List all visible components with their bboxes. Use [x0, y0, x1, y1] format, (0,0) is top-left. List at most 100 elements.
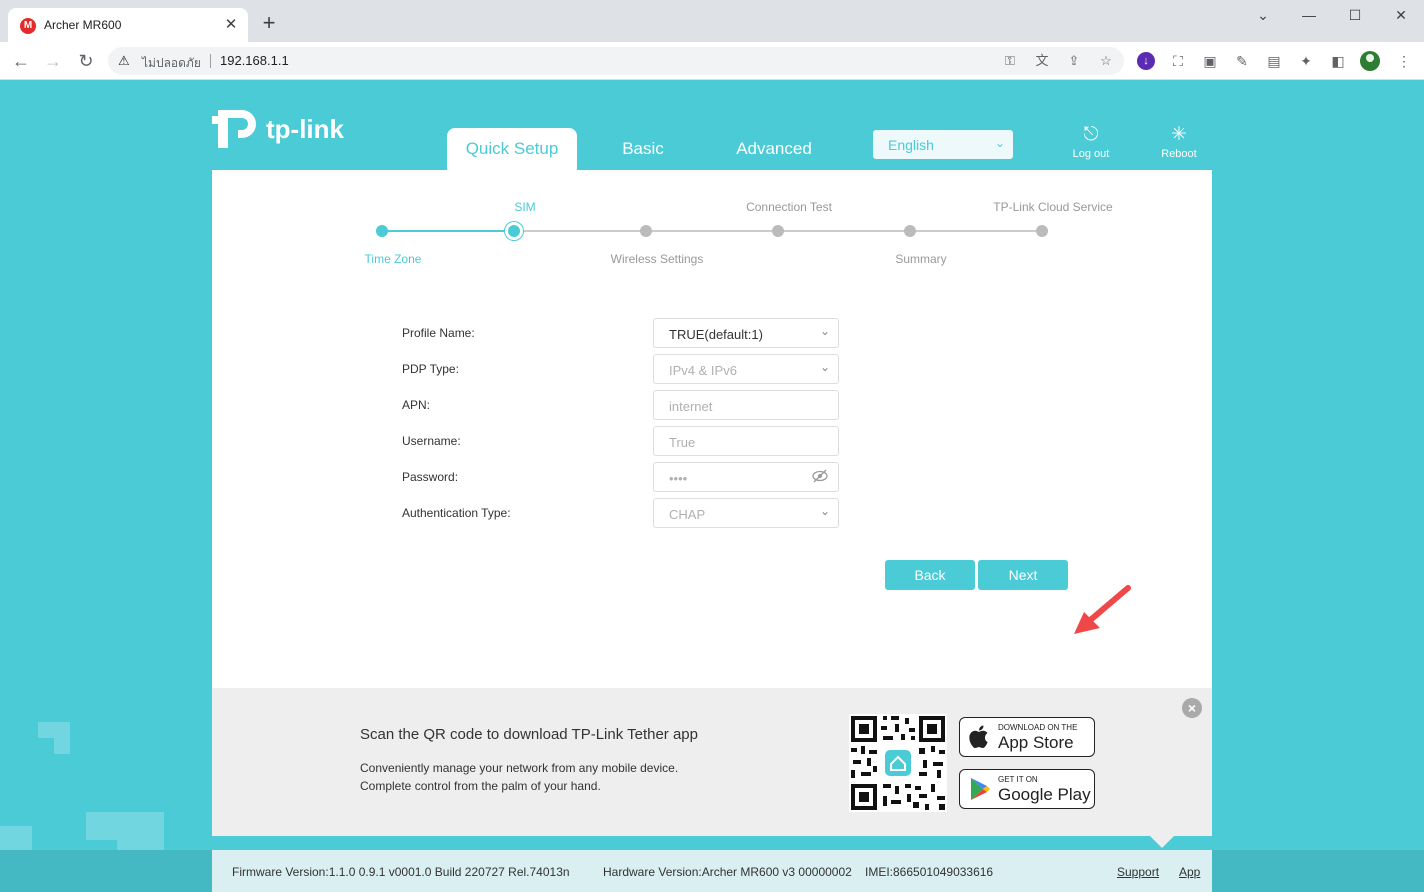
tab-quick-setup[interactable]: Quick Setup — [447, 128, 577, 170]
key-icon[interactable]: ⚿ — [1001, 53, 1019, 69]
password-row: Password: •••• — [402, 462, 842, 492]
decorative-block — [38, 722, 70, 754]
browser-tab[interactable]: M Archer MR600 ✕ — [8, 8, 248, 42]
download-extension-icon[interactable]: ↓ — [1137, 52, 1155, 70]
step-label-cloud-service: TP-Link Cloud Service — [993, 200, 1113, 214]
annotation-arrow-icon — [1074, 585, 1131, 634]
hardware-version: Hardware Version:Archer MR600 v3 0000000… — [603, 865, 852, 879]
profile-avatar[interactable] — [1360, 51, 1380, 71]
stepper-progress-line — [382, 230, 514, 232]
reload-icon[interactable]: ↻ — [75, 50, 97, 72]
browser-menu-icon[interactable]: ⋮ — [1394, 52, 1414, 70]
username-input[interactable]: True — [653, 426, 839, 456]
reboot-label: Reboot — [1161, 148, 1197, 160]
tab-close-icon[interactable]: ✕ — [222, 16, 240, 34]
qr-code — [849, 714, 947, 812]
apn-value: internet — [669, 399, 713, 414]
pdp-type-label: PDP Type: — [402, 362, 459, 376]
promo-line-2: Complete control from the palm of your h… — [360, 779, 601, 793]
next-button[interactable]: Next — [978, 560, 1068, 590]
step-label-time-zone: Time Zone — [364, 252, 422, 266]
tether-app-promo: Scan the QR code to download TP-Link Tet… — [212, 688, 1212, 836]
window-maximize-icon[interactable]: ☐ — [1332, 4, 1378, 26]
google-play-button[interactable]: GET IT ON Google Play — [959, 769, 1095, 809]
back-arrow-icon[interactable]: ← — [10, 50, 32, 72]
chevron-down-icon: ⌄ — [819, 324, 830, 338]
pdp-type-select[interactable]: IPv4 & IPv6 ⌄ — [653, 354, 839, 384]
auth-type-value: CHAP — [669, 507, 706, 522]
app-link[interactable]: App — [1179, 865, 1200, 879]
password-input[interactable]: •••• — [653, 462, 839, 492]
qr-code-icon — [849, 714, 947, 812]
tab-search-chevron-icon[interactable]: ⌄ — [1240, 4, 1286, 26]
translate-icon[interactable]: 文 — [1033, 53, 1051, 69]
support-link[interactable]: Support — [1117, 865, 1159, 879]
new-tab-icon[interactable]: + — [258, 12, 280, 34]
window-minimize-icon[interactable]: — — [1286, 4, 1332, 26]
bookmark-star-icon[interactable]: ☆ — [1097, 53, 1115, 69]
step-label-wireless-settings: Wireless Settings — [610, 252, 704, 266]
language-select[interactable]: English ⌄ — [873, 130, 1013, 159]
forward-arrow-icon[interactable]: → — [42, 50, 64, 72]
omnibox-separator — [210, 54, 211, 68]
username-value: True — [669, 435, 696, 450]
imei: IMEI:866501049033616 — [865, 865, 994, 879]
apn-input[interactable]: internet — [653, 390, 839, 420]
step-dot-cloud-service — [1036, 225, 1048, 237]
profile-name-value: TRUE(default:1) — [669, 327, 763, 342]
chevron-down-icon: ⌄ — [819, 504, 830, 518]
side-panel-icon[interactable]: ◧ — [1328, 52, 1348, 70]
tab-advanced[interactable]: Advanced — [720, 128, 828, 170]
reboot-button[interactable]: ✳ Reboot — [1149, 122, 1209, 160]
app-store-button[interactable]: DOWNLOAD ON THE App Store — [959, 717, 1095, 757]
browser-toolbar: ← → ↻ ⚠ ไม่ปลอดภัย 192.168.1.1 ⚿ 文 ⇪ ☆ ↓… — [0, 42, 1424, 80]
pdp-type-row: PDP Type: IPv4 & IPv6 ⌄ — [402, 354, 842, 384]
step-dot-summary — [904, 225, 916, 237]
brand-name: tp-link — [266, 114, 344, 144]
footer: Firmware Version:1.1.0 0.9.1 v0001.0 Bui… — [212, 850, 1212, 892]
auth-type-row: Authentication Type: CHAP ⌄ — [402, 498, 842, 528]
apn-row: APN: internet — [402, 390, 842, 420]
chevron-down-icon: ⌄ — [819, 360, 830, 374]
tp-link-logo[interactable]: tp-link — [212, 102, 344, 152]
eye-slash-icon[interactable] — [812, 469, 828, 486]
insecure-label[interactable]: ไม่ปลอดภัย — [142, 54, 201, 73]
share-icon[interactable]: ⇪ — [1065, 53, 1083, 69]
auth-type-select[interactable]: CHAP ⌄ — [653, 498, 839, 528]
step-label-sim: SIM — [514, 200, 536, 214]
apple-icon — [969, 724, 991, 756]
google-play-icon — [969, 776, 991, 808]
router-page: tp-link Quick Setup Basic Advanced Engli… — [0, 80, 1424, 892]
warning-icon[interactable]: ⚠ — [118, 53, 130, 69]
google-play-small-text: GET IT ON — [998, 775, 1038, 784]
logout-label: Log out — [1072, 148, 1110, 160]
step-dot-sim — [505, 222, 523, 240]
chevron-down-icon: ⌄ — [994, 136, 1005, 150]
screenshot-extension-icon[interactable]: ⛶ — [1168, 52, 1188, 70]
step-label-summary: Summary — [895, 252, 947, 266]
profile-name-select[interactable]: TRUE(default:1) ⌄ — [653, 318, 839, 348]
logout-button[interactable]: ⎋ Log out — [1061, 122, 1121, 160]
step-label-connection-test: Connection Test — [746, 200, 832, 214]
step-dot-time-zone — [376, 225, 388, 237]
profile-name-label: Profile Name: — [402, 326, 475, 340]
cast-extension-icon[interactable]: ▣ — [1200, 52, 1220, 70]
address-bar[interactable]: ⚠ ไม่ปลอดภัย 192.168.1.1 ⚿ 文 ⇪ ☆ — [108, 47, 1124, 75]
puzzle-extensions-icon[interactable]: ✦ — [1296, 52, 1316, 70]
auth-type-label: Authentication Type: — [402, 506, 511, 520]
url-text[interactable]: 192.168.1.1 — [220, 53, 289, 68]
capture-extension-icon[interactable]: ▤ — [1264, 52, 1284, 70]
edit-extension-icon[interactable]: ✎ — [1232, 52, 1252, 70]
tab-title: Archer MR600 — [44, 18, 122, 32]
tab-basic[interactable]: Basic — [593, 128, 693, 170]
password-value: •••• — [669, 471, 688, 486]
username-label: Username: — [402, 434, 461, 448]
back-button[interactable]: Back — [885, 560, 975, 590]
reboot-icon: ✳ — [1171, 124, 1187, 145]
apn-label: APN: — [402, 398, 431, 412]
step-dot-wireless-settings — [640, 225, 652, 237]
promo-line-1: Conveniently manage your network from an… — [360, 761, 679, 775]
username-row: Username: True — [402, 426, 842, 456]
close-icon[interactable]: × — [1182, 698, 1202, 718]
window-close-icon[interactable]: ✕ — [1378, 4, 1424, 26]
